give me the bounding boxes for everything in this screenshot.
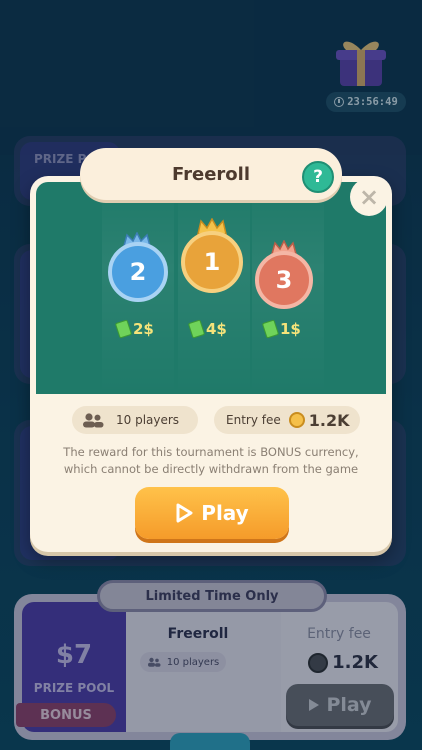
entry-fee-pill: Entry fee 1.2K	[214, 406, 360, 434]
medal-first-rank: 1	[203, 248, 221, 276]
prize-first-value: 4$	[206, 320, 227, 338]
play-button[interactable]: Play	[135, 487, 289, 539]
play-button-label: Play	[201, 501, 249, 525]
help-icon: ?	[313, 167, 323, 187]
players-icon	[83, 413, 104, 428]
medal-second-rank: 2	[129, 258, 147, 286]
gold-coin-icon	[288, 412, 305, 428]
modal-title: Freeroll	[171, 163, 251, 185]
bonus-currency-notice: The reward for this tournament is BONUS …	[40, 444, 382, 478]
cash-icon	[114, 319, 133, 339]
play-icon	[176, 503, 193, 523]
notice-line-2: which cannot be directly withdrawn from …	[63, 462, 359, 476]
cash-icon	[261, 319, 280, 339]
entry-fee-value: 1.2K	[308, 410, 350, 430]
medal-second: 2	[108, 242, 168, 302]
players-pill: 10 players	[72, 406, 198, 434]
prize-second-value: 2$	[133, 320, 154, 338]
prize-second: 2$	[114, 319, 154, 339]
players-count: 10 players	[116, 413, 180, 427]
notice-line-1: The reward for this tournament is BONUS …	[63, 445, 359, 459]
cash-icon	[187, 319, 206, 339]
medal-third-rank: 3	[275, 266, 293, 294]
prize-first: 4$	[187, 319, 227, 339]
medal-third: 3	[255, 251, 313, 309]
close-icon: ×	[358, 183, 380, 211]
help-button[interactable]: ?	[302, 161, 334, 193]
entry-fee-label: Entry fee	[226, 413, 281, 427]
prize-third: 1$	[261, 319, 301, 339]
close-button[interactable]: ×	[350, 178, 388, 216]
medal-first: 1	[181, 231, 243, 293]
prize-third-value: 1$	[280, 320, 301, 338]
